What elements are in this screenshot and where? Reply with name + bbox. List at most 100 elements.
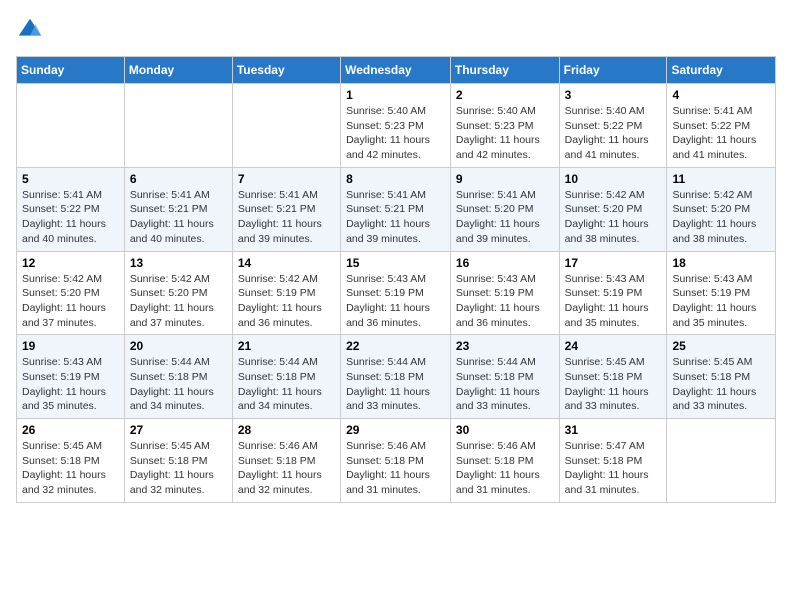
day-header-sunday: Sunday [17, 57, 125, 84]
day-number: 10 [565, 172, 662, 186]
day-number: 18 [672, 256, 770, 270]
day-info: Sunrise: 5:40 AM Sunset: 5:23 PM Dayligh… [456, 104, 554, 163]
day-info: Sunrise: 5:41 AM Sunset: 5:21 PM Dayligh… [238, 188, 335, 247]
calendar-cell: 31 Sunrise: 5:47 AM Sunset: 5:18 PM Dayli… [559, 419, 667, 503]
day-info: Sunrise: 5:47 AM Sunset: 5:18 PM Dayligh… [565, 439, 662, 498]
page-header [16, 16, 776, 44]
calendar-cell: 24 Sunrise: 5:45 AM Sunset: 5:18 PM Dayli… [559, 335, 667, 419]
logo-icon [16, 16, 44, 44]
day-info: Sunrise: 5:42 AM Sunset: 5:20 PM Dayligh… [672, 188, 770, 247]
day-number: 29 [346, 423, 445, 437]
day-header-friday: Friday [559, 57, 667, 84]
day-info: Sunrise: 5:41 AM Sunset: 5:22 PM Dayligh… [22, 188, 119, 247]
calendar-cell: 15Sunrise: 5:43 AM Sunset: 5:19 PM Dayli… [341, 251, 451, 335]
calendar-cell: 23 Sunrise: 5:44 AM Sunset: 5:18 PM Dayli… [450, 335, 559, 419]
calendar-cell: 5 Sunrise: 5:41 AM Sunset: 5:22 PM Daylig… [17, 167, 125, 251]
calendar-cell: 13 Sunrise: 5:42 AM Sunset: 5:20 PM Dayli… [124, 251, 232, 335]
day-number: 13 [130, 256, 227, 270]
day-number: 31 [565, 423, 662, 437]
day-info: Sunrise: 5:43 AM Sunset: 5:19 PM Dayligh… [22, 355, 119, 414]
day-info: Sunrise: 5:45 AM Sunset: 5:18 PM Dayligh… [22, 439, 119, 498]
day-number: 9 [456, 172, 554, 186]
calendar-week-row: 1Sunrise: 5:40 AM Sunset: 5:23 PM Daylig… [17, 84, 776, 168]
calendar-cell: 16 Sunrise: 5:43 AM Sunset: 5:19 PM Dayli… [450, 251, 559, 335]
calendar-cell: 27Sunrise: 5:45 AM Sunset: 5:18 PM Dayli… [124, 419, 232, 503]
calendar-cell: 22 Sunrise: 5:44 AM Sunset: 5:18 PM Dayli… [341, 335, 451, 419]
day-info: Sunrise: 5:40 AM Sunset: 5:22 PM Dayligh… [565, 104, 662, 163]
calendar-cell [17, 84, 125, 168]
day-number: 5 [22, 172, 119, 186]
calendar-cell: 14 Sunrise: 5:42 AM Sunset: 5:19 PM Dayli… [232, 251, 340, 335]
calendar-cell: 10Sunrise: 5:42 AM Sunset: 5:20 PM Dayli… [559, 167, 667, 251]
day-number: 12 [22, 256, 119, 270]
day-number: 27 [130, 423, 227, 437]
day-info: Sunrise: 5:44 AM Sunset: 5:18 PM Dayligh… [346, 355, 445, 414]
day-info: Sunrise: 5:46 AM Sunset: 5:18 PM Dayligh… [238, 439, 335, 498]
calendar-cell: 3 Sunrise: 5:40 AM Sunset: 5:22 PM Daylig… [559, 84, 667, 168]
day-info: Sunrise: 5:44 AM Sunset: 5:18 PM Dayligh… [238, 355, 335, 414]
day-info: Sunrise: 5:46 AM Sunset: 5:18 PM Dayligh… [456, 439, 554, 498]
day-number: 22 [346, 339, 445, 353]
day-number: 21 [238, 339, 335, 353]
day-number: 2 [456, 88, 554, 102]
calendar-cell: 11 Sunrise: 5:42 AM Sunset: 5:20 PM Dayli… [667, 167, 776, 251]
calendar-cell: 8 Sunrise: 5:41 AM Sunset: 5:21 PM Daylig… [341, 167, 451, 251]
calendar-cell: 2 Sunrise: 5:40 AM Sunset: 5:23 PM Daylig… [450, 84, 559, 168]
day-info: Sunrise: 5:43 AM Sunset: 5:19 PM Dayligh… [672, 272, 770, 331]
calendar-table: SundayMondayTuesdayWednesdayThursdayFrid… [16, 56, 776, 503]
day-info: Sunrise: 5:42 AM Sunset: 5:20 PM Dayligh… [130, 272, 227, 331]
day-number: 23 [456, 339, 554, 353]
day-number: 24 [565, 339, 662, 353]
day-info: Sunrise: 5:44 AM Sunset: 5:18 PM Dayligh… [456, 355, 554, 414]
calendar-cell: 26 Sunrise: 5:45 AM Sunset: 5:18 PM Dayli… [17, 419, 125, 503]
day-info: Sunrise: 5:45 AM Sunset: 5:18 PM Dayligh… [672, 355, 770, 414]
day-info: Sunrise: 5:43 AM Sunset: 5:19 PM Dayligh… [346, 272, 445, 331]
day-info: Sunrise: 5:40 AM Sunset: 5:23 PM Dayligh… [346, 104, 445, 163]
day-info: Sunrise: 5:42 AM Sunset: 5:19 PM Dayligh… [238, 272, 335, 331]
calendar-cell: 20Sunrise: 5:44 AM Sunset: 5:18 PM Dayli… [124, 335, 232, 419]
day-number: 17 [565, 256, 662, 270]
calendar-cell [232, 84, 340, 168]
day-info: Sunrise: 5:42 AM Sunset: 5:20 PM Dayligh… [22, 272, 119, 331]
calendar-week-row: 12 Sunrise: 5:42 AM Sunset: 5:20 PM Dayli… [17, 251, 776, 335]
calendar-week-row: 5 Sunrise: 5:41 AM Sunset: 5:22 PM Daylig… [17, 167, 776, 251]
day-number: 28 [238, 423, 335, 437]
day-number: 20 [130, 339, 227, 353]
calendar-cell: 12 Sunrise: 5:42 AM Sunset: 5:20 PM Dayli… [17, 251, 125, 335]
calendar-header-row: SundayMondayTuesdayWednesdayThursdayFrid… [17, 57, 776, 84]
calendar-cell: 9 Sunrise: 5:41 AM Sunset: 5:20 PM Daylig… [450, 167, 559, 251]
calendar-cell: 18 Sunrise: 5:43 AM Sunset: 5:19 PM Dayli… [667, 251, 776, 335]
day-info: Sunrise: 5:41 AM Sunset: 5:20 PM Dayligh… [456, 188, 554, 247]
day-number: 14 [238, 256, 335, 270]
calendar-cell: 30 Sunrise: 5:46 AM Sunset: 5:18 PM Dayli… [450, 419, 559, 503]
day-number: 19 [22, 339, 119, 353]
logo [16, 16, 48, 44]
calendar-cell: 25 Sunrise: 5:45 AM Sunset: 5:18 PM Dayli… [667, 335, 776, 419]
day-header-wednesday: Wednesday [341, 57, 451, 84]
day-number: 4 [672, 88, 770, 102]
day-number: 30 [456, 423, 554, 437]
day-header-thursday: Thursday [450, 57, 559, 84]
calendar-cell: 28 Sunrise: 5:46 AM Sunset: 5:18 PM Dayli… [232, 419, 340, 503]
day-info: Sunrise: 5:41 AM Sunset: 5:21 PM Dayligh… [346, 188, 445, 247]
day-info: Sunrise: 5:46 AM Sunset: 5:18 PM Dayligh… [346, 439, 445, 498]
day-number: 11 [672, 172, 770, 186]
day-number: 16 [456, 256, 554, 270]
day-number: 7 [238, 172, 335, 186]
day-header-saturday: Saturday [667, 57, 776, 84]
day-number: 26 [22, 423, 119, 437]
day-info: Sunrise: 5:45 AM Sunset: 5:18 PM Dayligh… [565, 355, 662, 414]
calendar-cell: 1Sunrise: 5:40 AM Sunset: 5:23 PM Daylig… [341, 84, 451, 168]
calendar-cell: 4 Sunrise: 5:41 AM Sunset: 5:22 PM Daylig… [667, 84, 776, 168]
day-header-monday: Monday [124, 57, 232, 84]
calendar-cell: 19 Sunrise: 5:43 AM Sunset: 5:19 PM Dayli… [17, 335, 125, 419]
day-number: 25 [672, 339, 770, 353]
day-info: Sunrise: 5:41 AM Sunset: 5:22 PM Dayligh… [672, 104, 770, 163]
day-info: Sunrise: 5:43 AM Sunset: 5:19 PM Dayligh… [456, 272, 554, 331]
day-number: 8 [346, 172, 445, 186]
calendar-cell: 17Sunrise: 5:43 AM Sunset: 5:19 PM Dayli… [559, 251, 667, 335]
calendar-cell [667, 419, 776, 503]
day-info: Sunrise: 5:41 AM Sunset: 5:21 PM Dayligh… [130, 188, 227, 247]
calendar-cell: 6Sunrise: 5:41 AM Sunset: 5:21 PM Daylig… [124, 167, 232, 251]
day-number: 3 [565, 88, 662, 102]
